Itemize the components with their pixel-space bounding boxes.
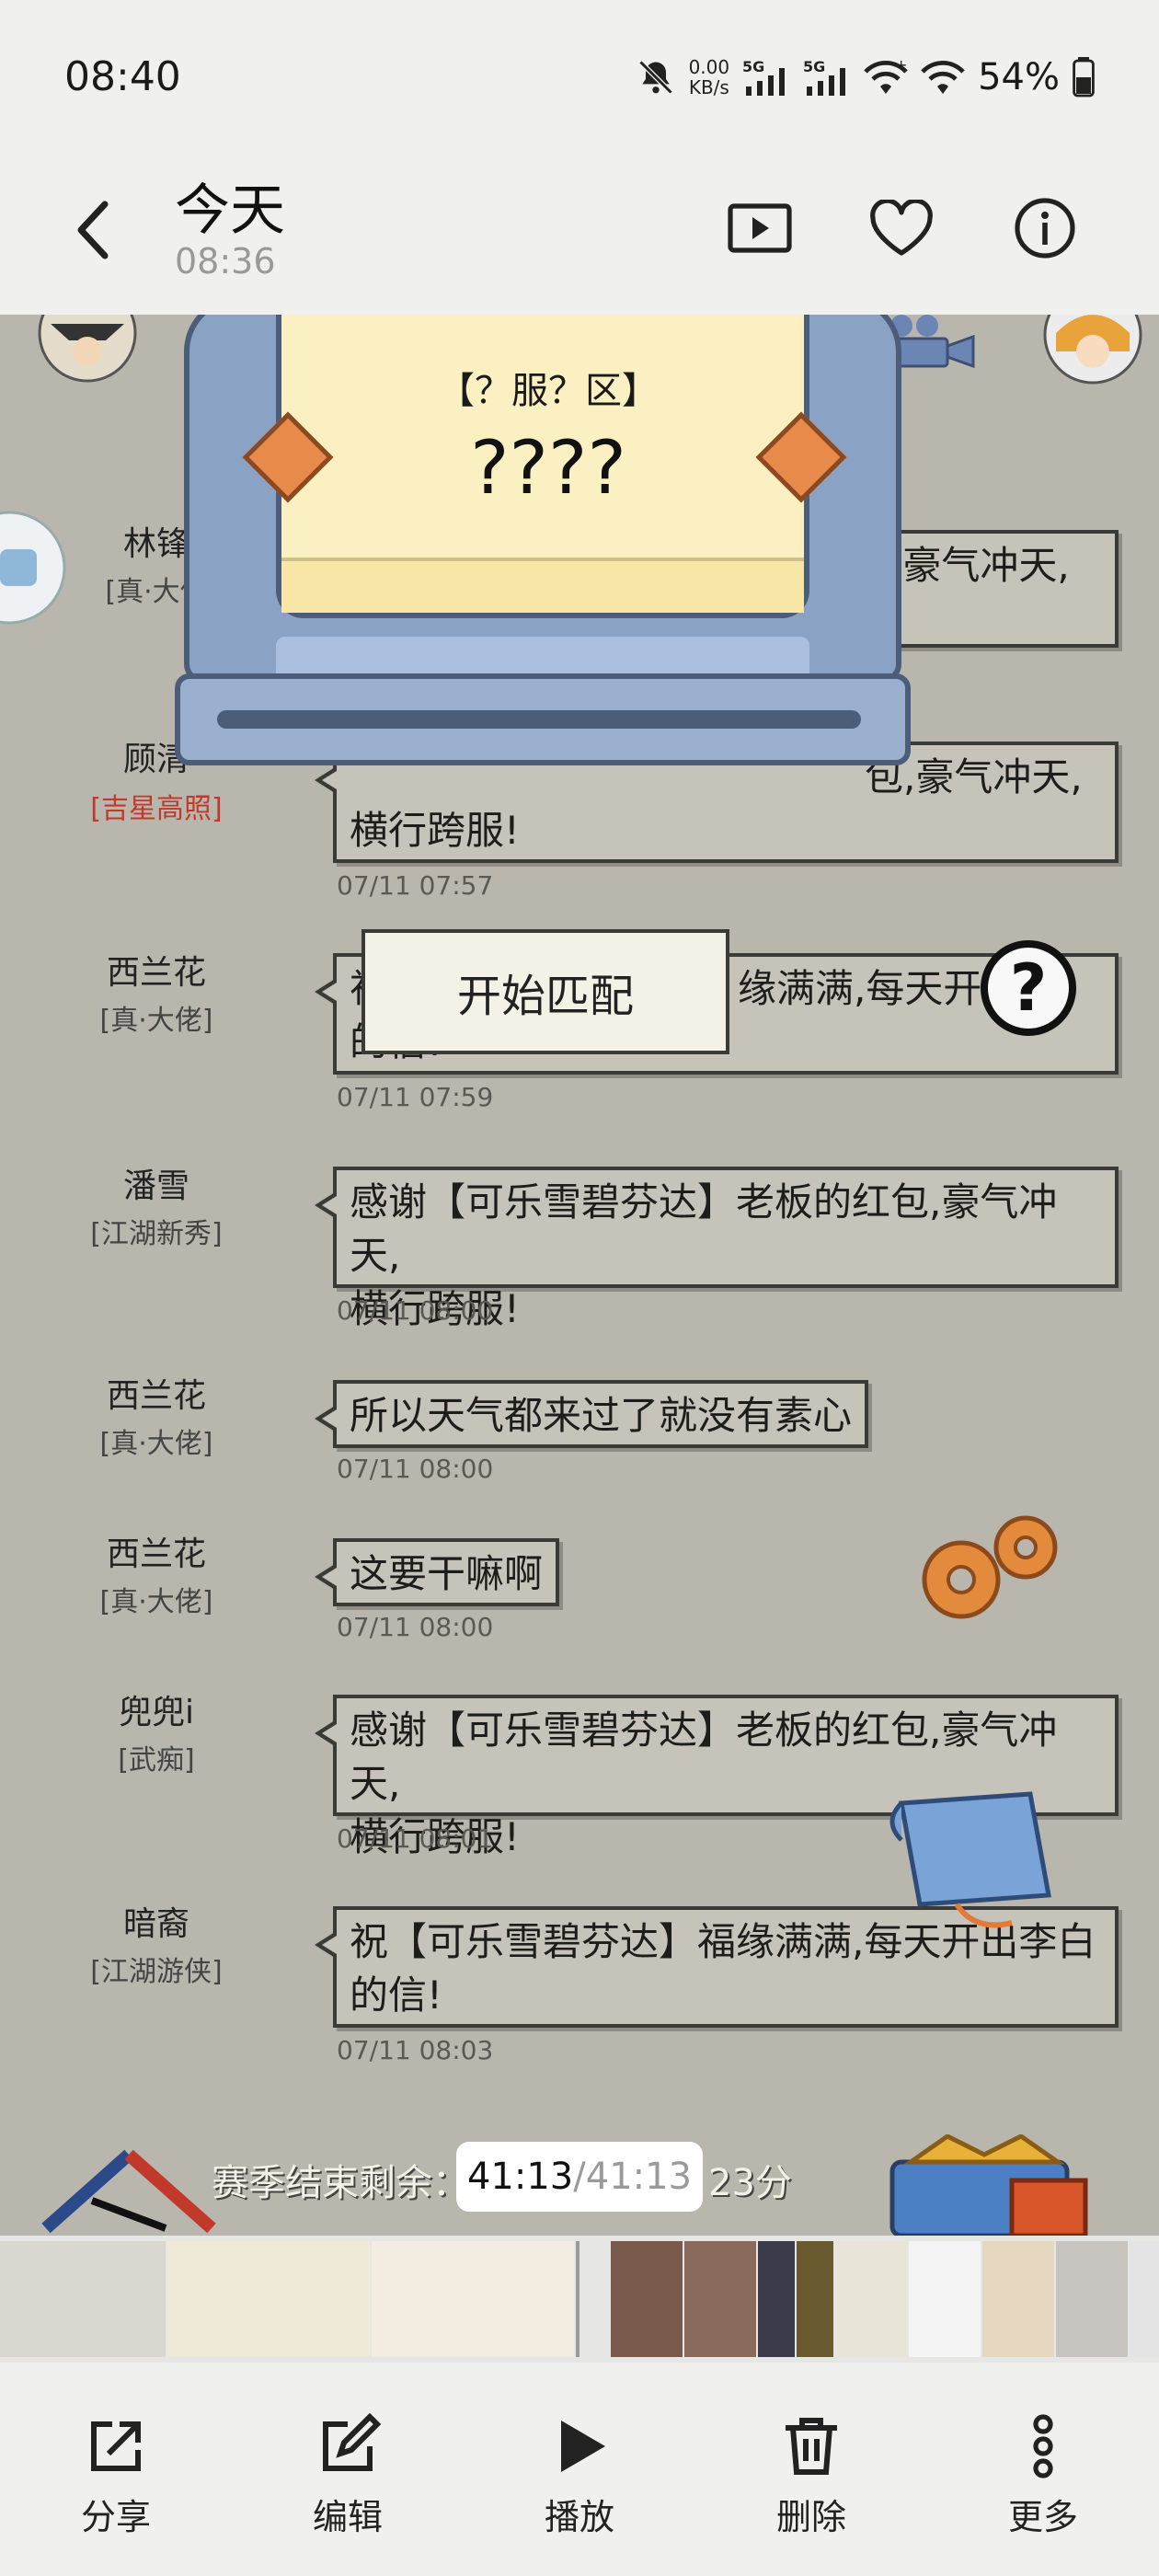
trophy-chest-icon bbox=[889, 2134, 1088, 2236]
mute-bell-icon bbox=[638, 60, 673, 95]
timestamp: 07/11 08:00 bbox=[337, 1295, 494, 1326]
machine-reel-bottom bbox=[281, 558, 804, 613]
top-bar: 今天 08:36 bbox=[0, 138, 1159, 315]
thumbnail[interactable] bbox=[1130, 2241, 1159, 2357]
page-subtitle: 08:36 bbox=[175, 241, 276, 282]
user-tag: [江湖新秀] bbox=[90, 1218, 223, 1250]
machine-screen: 【？服？区】 ???? bbox=[276, 315, 809, 618]
thumbnail[interactable] bbox=[684, 2241, 756, 2357]
user-tag: [真·大佬] bbox=[99, 1005, 213, 1037]
current-position-marker bbox=[576, 2241, 580, 2357]
share-icon bbox=[91, 2421, 141, 2471]
user-tag: [真·大佬] bbox=[99, 1428, 213, 1460]
current-time: 41:13 bbox=[466, 2156, 574, 2198]
thumbnail[interactable] bbox=[0, 2241, 166, 2357]
back-button[interactable] bbox=[64, 193, 120, 267]
thumbnail[interactable] bbox=[909, 2241, 981, 2357]
delete-icon bbox=[786, 2418, 837, 2475]
machine-base bbox=[175, 673, 911, 765]
timestamp: 07/11 07:59 bbox=[337, 1082, 494, 1112]
thumbnail[interactable] bbox=[1056, 2241, 1128, 2357]
username: 暗裔 bbox=[122, 1905, 189, 1943]
thumbnail[interactable] bbox=[372, 2241, 574, 2357]
chat-bubble: 所以天气都来过了就没有素心 bbox=[314, 1380, 869, 1448]
back-icon bbox=[77, 201, 109, 259]
signal-5g-icon: 5G bbox=[742, 58, 786, 96]
server-match-machine: 【？服？区】 ???? bbox=[175, 315, 911, 779]
start-match-button[interactable]: 开始匹配 bbox=[361, 929, 729, 1054]
thumbnail[interactable] bbox=[797, 2241, 833, 2357]
username: 潘雪 bbox=[122, 1167, 189, 1205]
timestamp: 07/11 08:00 bbox=[337, 1612, 494, 1642]
page-title: 今天 bbox=[175, 178, 285, 243]
filmstrip[interactable] bbox=[0, 2236, 1159, 2363]
status-time: 08:40 bbox=[64, 53, 181, 100]
thumbnail[interactable] bbox=[167, 2241, 370, 2357]
username: 兜兜i bbox=[118, 1694, 194, 1731]
share-button[interactable]: 分享 bbox=[42, 2413, 189, 2539]
slideshow-button[interactable] bbox=[723, 191, 797, 265]
play-icon bbox=[561, 2421, 605, 2472]
username: 西兰花 bbox=[106, 954, 206, 992]
timestamp: 07/11 07:57 bbox=[337, 870, 494, 901]
avatar-right-icon bbox=[1043, 315, 1142, 385]
machine-slot bbox=[217, 710, 861, 729]
thumbnail[interactable] bbox=[611, 2241, 683, 2357]
thumbnail[interactable] bbox=[982, 2241, 1054, 2357]
heart-icon bbox=[870, 200, 933, 256]
timestamp: 07/11 08:01 bbox=[337, 1823, 494, 1854]
battery-icon bbox=[1073, 57, 1095, 98]
favorite-button[interactable] bbox=[865, 191, 938, 265]
username: 西兰花 bbox=[106, 1535, 206, 1573]
user-tag: [真·大佬] bbox=[99, 1586, 213, 1618]
info-icon bbox=[1015, 198, 1075, 259]
user-tag: [江湖游侠] bbox=[90, 1956, 223, 1988]
play-button[interactable]: 播放 bbox=[506, 2413, 653, 2539]
svg-text:5G: 5G bbox=[742, 58, 764, 75]
net-speed: 0.00 KB/s bbox=[688, 56, 730, 98]
gears-icon bbox=[922, 1515, 1058, 1619]
chat-bubble: 感谢【可乐雪碧芬达】老板的红包,豪气冲天, 横行跨服! bbox=[315, 1167, 1119, 1331]
svg-text:+: + bbox=[895, 57, 907, 74]
thumbnail[interactable] bbox=[758, 2241, 795, 2357]
username: 西兰花 bbox=[106, 1377, 206, 1415]
video-timer: 41:13/41:13 bbox=[456, 2142, 703, 2212]
status-bar: 08:40 0.00 KB/s 5G 5G + 54% bbox=[0, 0, 1159, 138]
photo-viewer[interactable]: 林锋 [真·大佬 包,豪气冲天, 顾清 [吉星高照] 包,豪气冲天, 横行跨服! … bbox=[0, 315, 1159, 2236]
avatar-left-icon bbox=[38, 315, 137, 383]
user-tag: [吉星高照] bbox=[90, 793, 223, 825]
signal-5g-icon-2: 5G bbox=[803, 58, 846, 96]
scroll-book-icon bbox=[889, 1791, 1051, 1928]
battery-percent: 54% bbox=[978, 56, 1060, 98]
info-button[interactable] bbox=[1008, 191, 1082, 265]
delete-button[interactable]: 删除 bbox=[738, 2413, 885, 2539]
user-tag: [武痴] bbox=[118, 1744, 195, 1777]
more-icon bbox=[1033, 2414, 1053, 2478]
svg-text:5G: 5G bbox=[803, 58, 825, 75]
edit-icon bbox=[323, 2413, 381, 2471]
timestamp: 07/11 08:03 bbox=[337, 2035, 494, 2065]
status-icons: 0.00 KB/s 5G 5G + 54% bbox=[636, 50, 1095, 105]
server-label: 【？服？区】 bbox=[438, 370, 659, 412]
bottom-action-bar: 分享 编辑 播放 删除 更多 bbox=[0, 2363, 1159, 2576]
edit-button[interactable]: 编辑 bbox=[274, 2413, 421, 2539]
thumbnail[interactable] bbox=[835, 2241, 907, 2357]
more-button[interactable]: 更多 bbox=[970, 2413, 1117, 2539]
chat-bubble: 这要干嘛啊 bbox=[314, 1538, 560, 1606]
wifi-plus-icon: + bbox=[864, 57, 908, 94]
crossed-swords-icon bbox=[41, 2149, 216, 2234]
timestamp: 07/11 08:00 bbox=[337, 1454, 494, 1484]
server-name: ???? bbox=[470, 425, 626, 511]
wifi-icon bbox=[921, 61, 965, 94]
total-time: /41:13 bbox=[573, 2156, 693, 2198]
help-button[interactable]: ? bbox=[981, 940, 1076, 1036]
slideshow-icon bbox=[728, 203, 792, 253]
